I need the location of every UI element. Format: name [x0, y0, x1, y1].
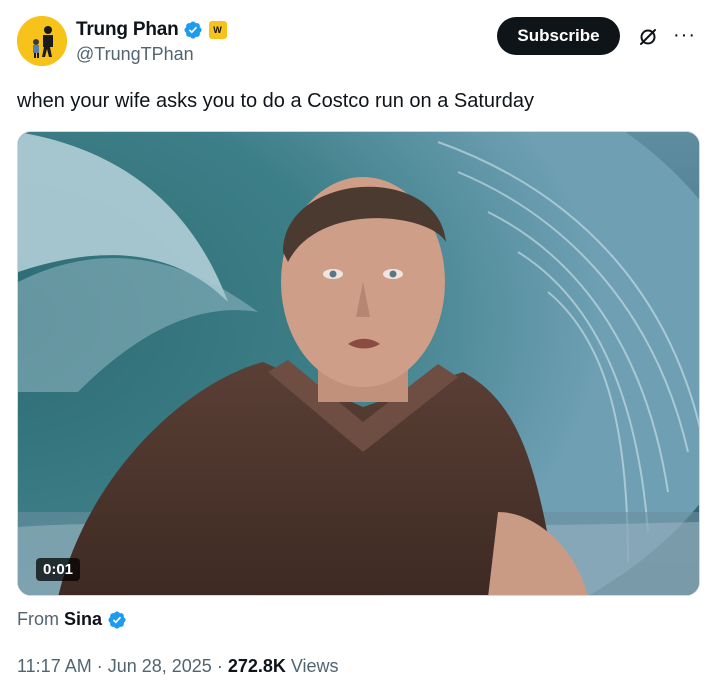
from-label: From	[17, 609, 59, 629]
verified-badge-icon	[108, 610, 126, 629]
video-frame	[18, 132, 699, 595]
author-handle[interactable]: @TrungTPhan	[76, 44, 227, 65]
tweet-date[interactable]: Jun 28, 2025	[108, 656, 212, 677]
verified-badge-icon	[183, 21, 202, 39]
avatar-illustration	[17, 16, 67, 66]
tweet-text: when your wife asks you to do a Costco r…	[17, 90, 534, 112]
affiliate-badge-icon[interactable]: W	[208, 21, 227, 39]
views-label: Views	[290, 656, 339, 676]
views-count: 272.8K	[227, 656, 286, 676]
slashed-circle-icon[interactable]	[638, 27, 658, 47]
author-display-name[interactable]: Trung Phan	[76, 19, 179, 41]
source-attribution: From Sina	[17, 609, 127, 630]
more-icon[interactable]: ···	[673, 25, 696, 45]
separator-dot: ·	[96, 656, 103, 676]
tweet-meta: 11:17 AM · Jun 28, 2025 · 272.8K Views	[17, 656, 339, 677]
video-player[interactable]: 0:01	[17, 131, 700, 596]
source-name[interactable]: Sina	[64, 609, 102, 630]
separator-dot: ·	[216, 656, 223, 676]
subscribe-button[interactable]: Subscribe	[497, 17, 620, 55]
tweet-time[interactable]: 11:17 AM	[17, 656, 92, 677]
video-time-badge: 0:01	[36, 558, 81, 581]
tweet-header: Trung Phan W @TrungTPhan Subscribe ···	[17, 16, 698, 70]
author-block: Trung Phan W @TrungTPhan	[76, 18, 227, 65]
avatar[interactable]	[17, 16, 67, 66]
